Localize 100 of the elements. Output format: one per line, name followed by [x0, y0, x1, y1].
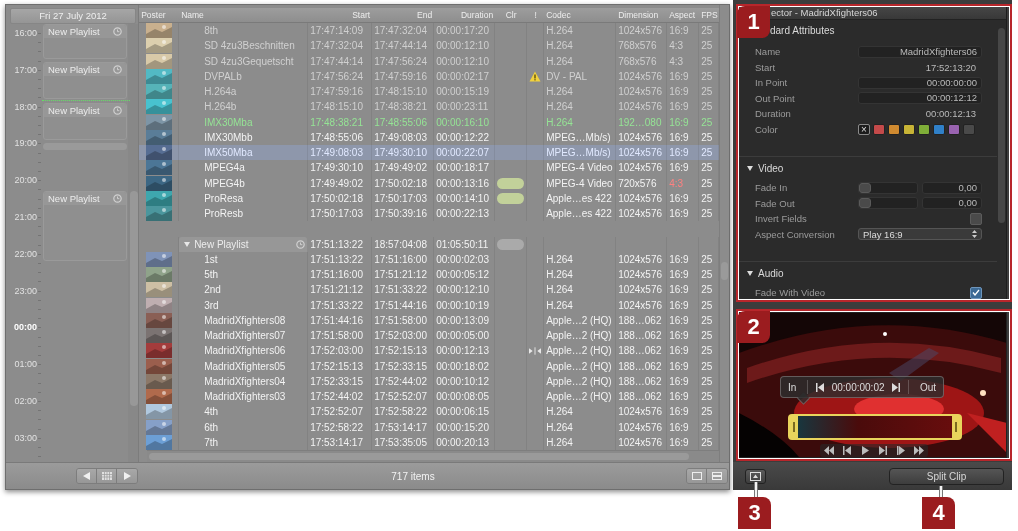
table-cell: H.264	[544, 114, 617, 130]
hour-label: 21:00	[14, 212, 37, 222]
table-row[interactable]: MadridXfighters04 17:52:33:15 17:52:44:02 00:00:10:12 Apple…2 (HQ) 188…062 16:9 25	[139, 373, 720, 389]
split-clip-button[interactable]: Split Clip	[889, 467, 1004, 485]
column-header[interactable]: Clr	[495, 8, 528, 22]
color-swatch[interactable]	[963, 123, 975, 135]
table-row[interactable]: MadridXfighters08 17:51:44:16 17:51:58:00 00:00:13:09 Apple…2 (HQ) 188…062 16:9 25	[139, 312, 720, 328]
table-row[interactable]: ProResa 17:50:02:18 17:50:17:03 00:00:14:10 Apple…es 422 1024x576 16:9 25	[139, 190, 720, 206]
scrollbar-thumb[interactable]	[130, 191, 138, 406]
table-row[interactable]: MadridXfighters07 17:51:58:00 17:52:03:00 00:00:05:00 Apple…2 (HQ) 188…062 16:9 25	[139, 328, 720, 344]
text-field[interactable]: 00:00:12:12	[858, 92, 982, 105]
color-swatch[interactable]	[873, 123, 885, 135]
viewer-toggle-button[interactable]	[745, 468, 766, 484]
right-triangle-icon	[123, 472, 131, 480]
previous-button[interactable]	[77, 469, 97, 483]
table-row[interactable]: MPEG4a 17:49:30:10 17:49:49:02 00:00:18:17 MPEG-4 Video 1024x576 16:9 25	[139, 160, 720, 176]
column-header[interactable]: Name	[179, 8, 309, 22]
calendar-button[interactable]	[97, 469, 117, 483]
column-header[interactable]: Duration	[434, 8, 496, 22]
number-field[interactable]: 0,00	[922, 181, 982, 194]
column-header[interactable]: Aspect	[667, 8, 700, 22]
table-row[interactable]: SD 4zu3Beschnitten 17:47:32:04 17:47:44:14 00:00:12:10 H.264 768x576 4:3 25	[139, 38, 720, 54]
go-to-end-icon[interactable]	[892, 382, 901, 392]
table-row[interactable]: ProResb 17:50:17:03 17:50:39:16 00:00:22:13 Apple…es 422 1024x576 16:9 25	[139, 206, 720, 222]
field-label: Name	[755, 46, 782, 58]
text-field[interactable]: 00:00:00:00	[858, 76, 982, 89]
checkbox[interactable]	[970, 212, 982, 225]
table-row[interactable]: 8th 17:47:14:09 17:47:32:04 00:00:17:20 H.264 1024x576 16:9 25	[139, 23, 720, 39]
table-row[interactable]: MadridXfighters03 17:52:44:02 17:52:52:07 00:00:08:05 Apple…2 (HQ) 188…062 16:9 25	[139, 389, 720, 405]
table-row[interactable]: 1st 17:51:13:22 17:51:16:00 00:00:02:03 H.264 1024x576 16:9 25	[139, 251, 720, 267]
table-row[interactable]: 6th 17:52:58:22 17:53:14:17 00:00:15:20 H.264 1024x576 16:9 25	[139, 419, 720, 435]
single-view-button[interactable]	[687, 469, 707, 483]
table-cell: 17:48:15:10	[308, 99, 373, 115]
checkbox[interactable]	[970, 286, 982, 299]
table-row[interactable]: DVPALb 17:47:56:24 17:47:59:16 00:00:02:17 DV - PAL 1024x576 16:9 25	[139, 68, 720, 84]
disclosure-triangle-icon[interactable]	[747, 165, 753, 171]
text-field[interactable]: MadridXfighters06	[858, 45, 982, 58]
color-swatch[interactable]	[918, 123, 930, 135]
playlist-block[interactable]: New Playlist	[43, 24, 127, 59]
in-point-button[interactable]: In	[784, 381, 800, 393]
table-row[interactable]: MadridXfighters06 17:52:03:00 17:52:15:13 00:00:12:13 Apple…2 (HQ) 188…062 16:9 25	[139, 343, 720, 359]
playlist-block[interactable]: New Playlist	[43, 191, 127, 261]
column-header[interactable]: !	[527, 8, 545, 22]
trim-handle[interactable]	[952, 416, 960, 438]
column-header[interactable]: Start	[308, 8, 373, 22]
table-row[interactable]: 5th 17:51:16:00 17:51:21:12 00:00:05:12 H.264 1024x576 16:9 25	[139, 267, 720, 283]
table-cell: 16:9	[667, 343, 700, 359]
slider-thumb[interactable]	[859, 182, 871, 193]
out-point-button[interactable]: Out	[916, 381, 940, 393]
color-swatch[interactable]	[948, 123, 960, 135]
column-header[interactable]: FPS	[699, 8, 720, 22]
column-header[interactable]: Poster	[139, 8, 180, 22]
table-cell: 192…080	[616, 114, 668, 130]
table-cell: Apple…2 (HQ)	[544, 312, 617, 328]
scrollbar-thumb[interactable]	[998, 28, 1005, 223]
table-cell: 17:51:44:16	[372, 297, 435, 313]
table-cell: 1024x576	[616, 419, 668, 435]
table-cell: 17:47:59:16	[308, 84, 373, 100]
table-row[interactable]: IMX50Mba 17:49:08:03 17:49:30:10 00:00:22:07 MPEG…Mb/s) 1024x576 16:9 25	[139, 145, 720, 161]
slider-thumb[interactable]	[859, 198, 871, 209]
table-row[interactable]: New Playlist 17:51:13:22 18:57:04:08 01:05:50:11	[139, 236, 720, 252]
table-cell: 17:51:44:16	[308, 312, 373, 328]
playlist-block[interactable]: New Playlist	[43, 103, 127, 140]
slider-track[interactable]	[858, 181, 918, 194]
clip-name: MadridXfighters05	[179, 358, 309, 374]
color-swatch[interactable]	[933, 123, 945, 135]
go-to-start-icon[interactable]	[815, 382, 824, 392]
section-heading: dard Attributes	[770, 24, 835, 36]
table-cell: 16:9	[667, 297, 700, 313]
slider-track[interactable]	[858, 197, 918, 210]
split-view-button[interactable]	[707, 469, 727, 483]
column-header[interactable]: Codec	[544, 8, 617, 22]
table-row[interactable]: MPEG4b 17:49:49:02 17:50:02:18 00:00:13:16 MPEG-4 Video 720x576 4:3 25	[139, 175, 720, 191]
table-cell: H.264	[544, 99, 617, 115]
table-row[interactable]: MadridXfighters05 17:52:15:13 17:52:33:15 00:00:18:02 Apple…2 (HQ) 188…062 16:9 25	[139, 358, 720, 374]
number-field[interactable]: 0,00	[922, 197, 982, 210]
table-cell: 17:50:02:18	[372, 175, 435, 191]
table-row[interactable]: 2nd 17:51:21:12 17:51:33:22 00:00:12:10 H.264 1024x576 16:9 25	[139, 282, 720, 298]
color-swatch[interactable]	[903, 123, 915, 135]
table-cell: 17:50:17:03	[372, 190, 435, 206]
table-row[interactable]: SD 4zu3Gequetscht 17:47:44:14 17:47:56:24 00:00:12:10 H.264 768x576 4:3 25	[139, 53, 720, 69]
popup-button[interactable]: Play 16:9	[858, 228, 982, 241]
table-cell: 00:00:10:12	[434, 373, 496, 389]
column-header[interactable]: Dimension	[616, 8, 668, 22]
column-header[interactable]: End	[372, 8, 435, 22]
table-row[interactable]: 3rd 17:51:33:22 17:51:44:16 00:00:10:19 H.264 1024x576 16:9 25	[139, 297, 720, 313]
trim-bar[interactable]	[788, 414, 962, 440]
playlist-block[interactable]: New Playlist	[43, 62, 127, 99]
no-color-swatch[interactable]: ×	[858, 123, 870, 135]
table-cell: 17:49:08:03	[308, 145, 373, 161]
disclosure-triangle-icon[interactable]	[747, 270, 753, 276]
color-swatch[interactable]	[888, 123, 900, 135]
table-row[interactable]: IMX30Mba 17:48:38:21 17:48:55:06 00:00:16:10 H.264 192…080 16:9 25	[139, 114, 720, 130]
next-button[interactable]	[117, 469, 137, 483]
table-row[interactable]: H.264b 17:48:15:10 17:48:38:21 00:00:23:11 H.264 1024x576 16:9 25	[139, 99, 720, 115]
table-row[interactable]: 4th 17:52:52:07 17:52:58:22 00:00:06:15 H.264 1024x576 16:9 25	[139, 404, 720, 420]
date-header[interactable]: Fri 27 July 2012	[10, 8, 137, 24]
trim-handle[interactable]	[790, 416, 798, 438]
scrollbar-thumb[interactable]	[721, 262, 729, 280]
table-row[interactable]: H.264a 17:47:59:16 17:48:15:10 00:00:15:19 H.264 1024x576 16:9 25	[139, 84, 720, 100]
